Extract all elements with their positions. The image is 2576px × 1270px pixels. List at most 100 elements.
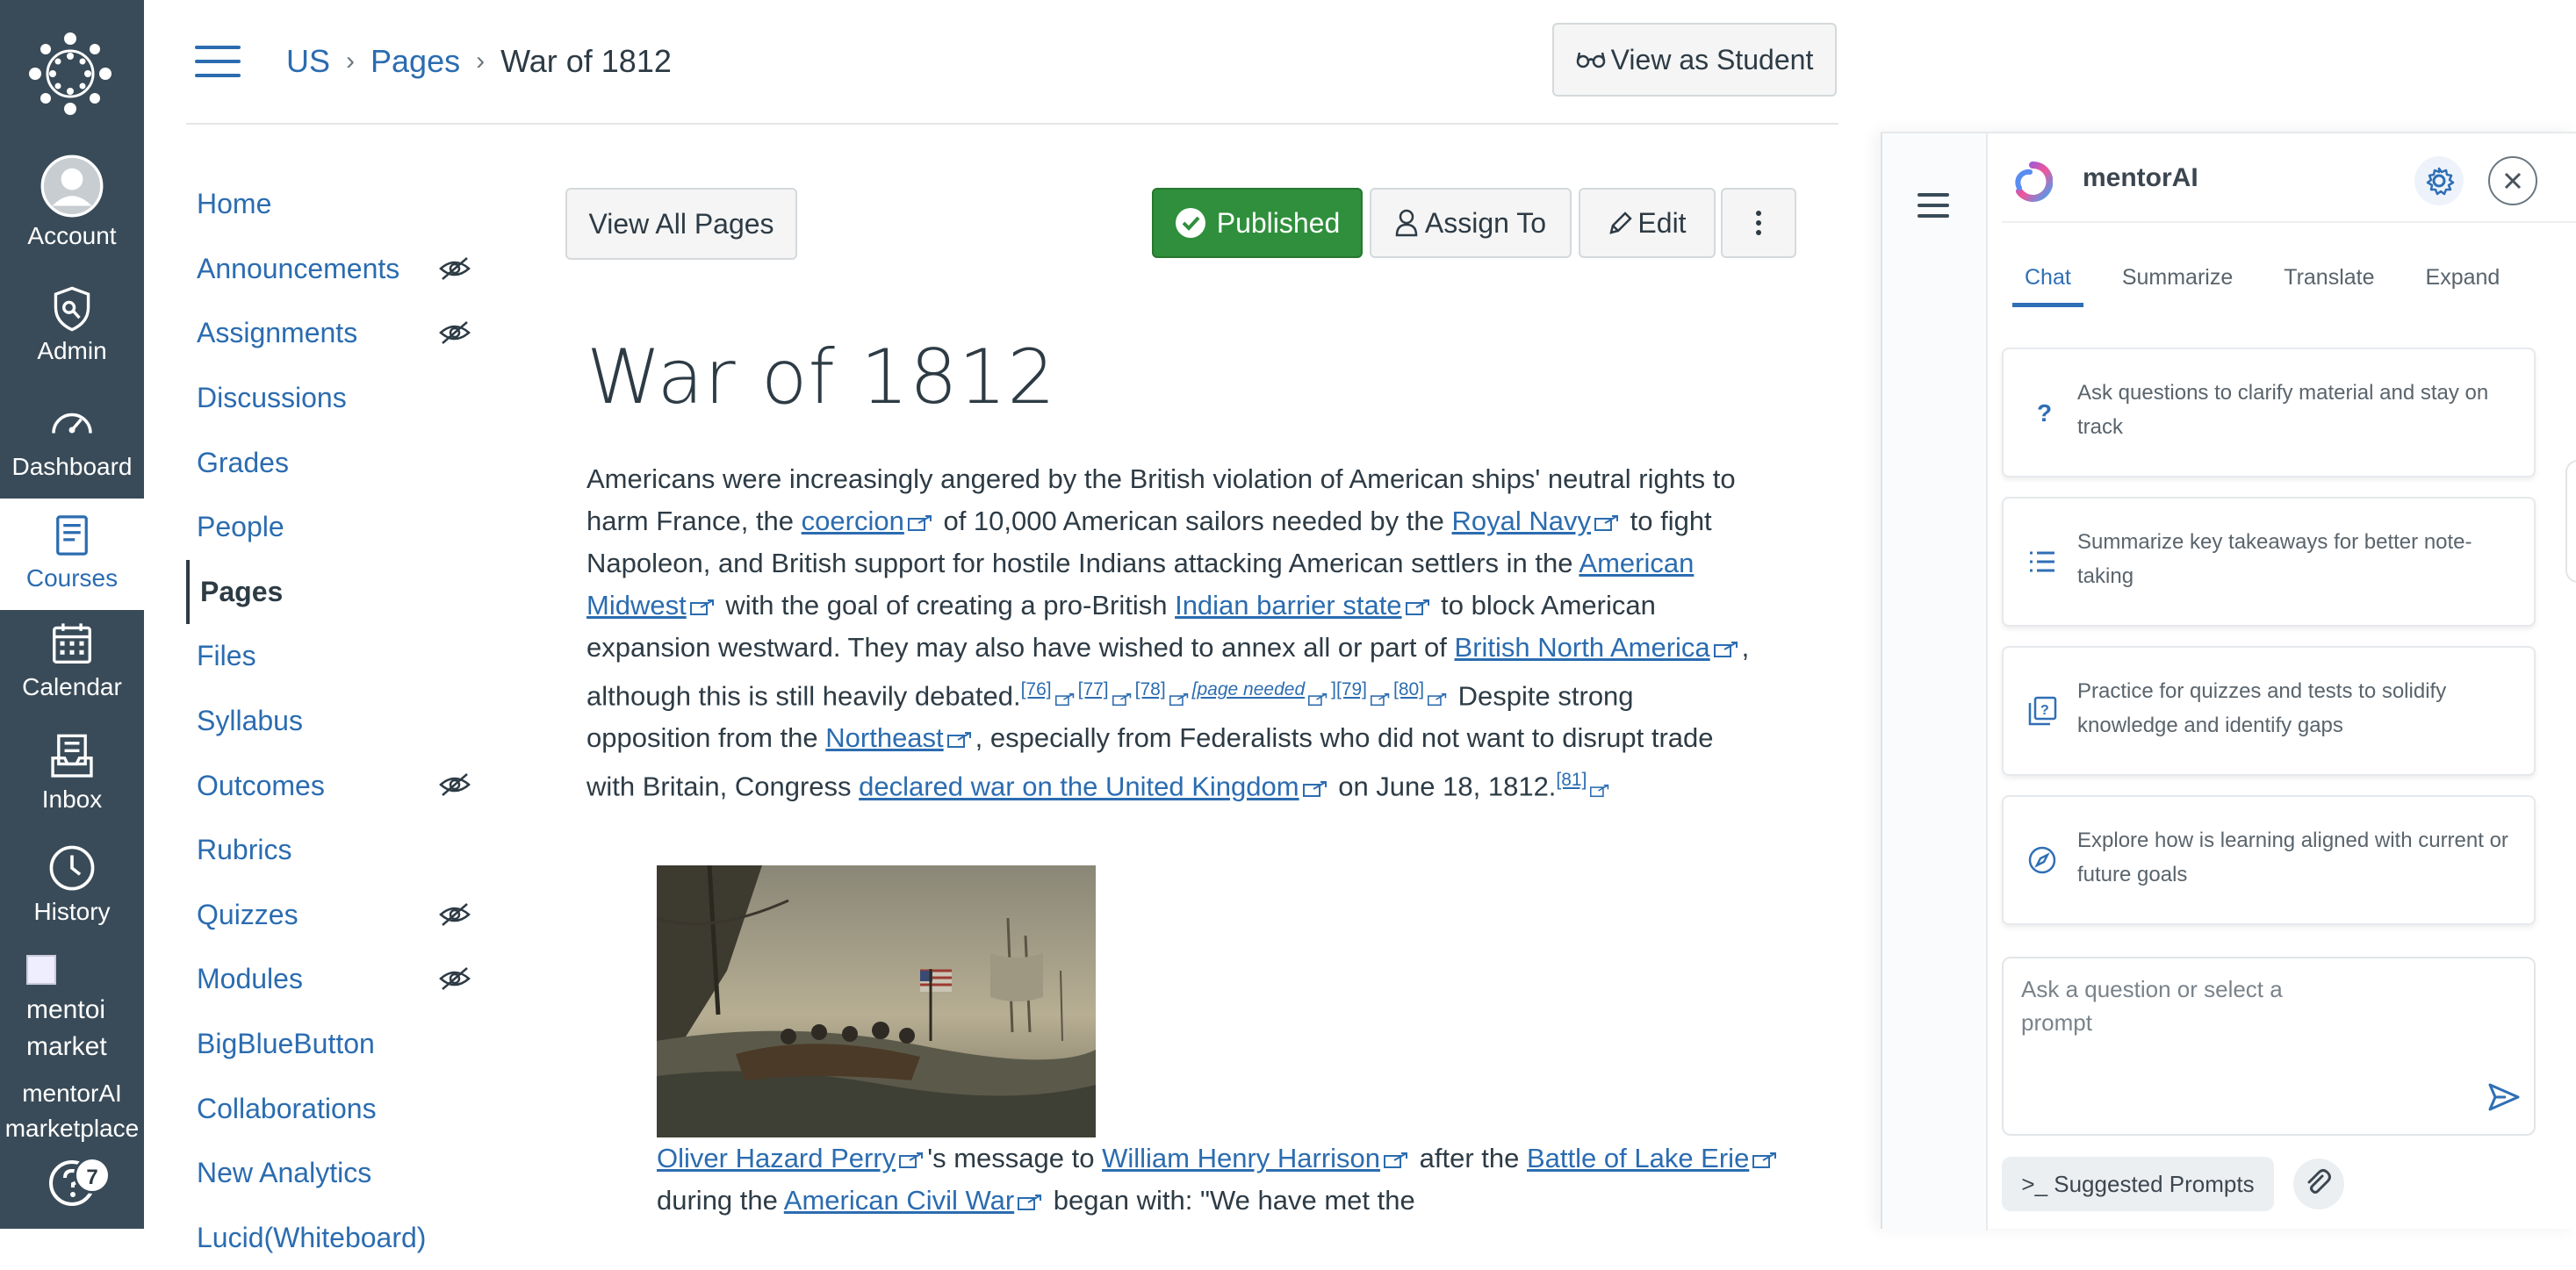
broken-image-icon <box>26 955 56 985</box>
attach-button[interactable] <box>2293 1159 2344 1209</box>
course-nav-grades[interactable]: Grades <box>186 430 485 495</box>
suggested-prompts-button[interactable]: >_ Suggested Prompts <box>2002 1157 2274 1211</box>
prompt-card-practice-quizzes[interactable]: ? Practice for quizzes and tests to soli… <box>2002 646 2536 776</box>
mentorai-logo-icon <box>2012 161 2053 202</box>
link-coercion[interactable]: coercion <box>802 506 904 536</box>
ref-78[interactable]: [78] <box>1135 679 1166 700</box>
course-nav-bigbluebutton[interactable]: BigBlueButton <box>186 1012 485 1077</box>
hidden-from-students-icon <box>439 902 471 927</box>
course-nav-syllabus[interactable]: Syllabus <box>186 689 485 754</box>
global-navigation: Account Admin Dashboard Courses Calendar <box>0 0 144 1229</box>
external-link-icon <box>1055 692 1075 707</box>
external-link-icon <box>1406 599 1430 616</box>
breadcrumb-pages[interactable]: Pages <box>371 39 460 84</box>
mentorai-menu-icon[interactable] <box>1918 193 1949 219</box>
chat-input-box <box>2002 957 2536 1136</box>
prompt-card-ask-questions[interactable]: ? Ask questions to clarify material and … <box>2002 348 2536 477</box>
global-nav-dashboard[interactable]: Dashboard <box>0 399 144 511</box>
course-nav-quizzes[interactable]: Quizzes <box>186 883 485 948</box>
course-menu-toggle[interactable] <box>195 46 241 81</box>
ref-page-needed[interactable]: [page needed <box>1192 679 1305 700</box>
send-icon[interactable] <box>2485 1078 2523 1116</box>
link-indian-barrier-state[interactable]: Indian barrier state <box>1175 590 1401 621</box>
ref-76[interactable]: [76] <box>1021 679 1052 700</box>
course-navigation: Home Announcements AssignmentsDiscussionsG… <box>186 172 485 1270</box>
marketplace-broken-image[interactable]: mentoi market <box>26 955 132 1066</box>
courses-book-icon <box>49 511 95 560</box>
prompt-card-explore-goals[interactable]: Explore how is learning aligned with cur… <box>2002 795 2536 925</box>
course-nav-pages[interactable]: Pages <box>186 560 485 625</box>
tab-chat[interactable]: Chat <box>2012 265 2083 307</box>
close-panel-button[interactable] <box>2488 156 2537 205</box>
published-button[interactable]: Published <box>1152 188 1363 258</box>
course-nav-modules[interactable]: Modules <box>186 947 485 1012</box>
tab-translate[interactable]: Translate <box>2271 265 2386 307</box>
tab-summarize[interactable]: Summarize <box>2110 265 2245 307</box>
course-nav-home[interactable]: Home <box>186 172 485 237</box>
link-declared-war[interactable]: declared war on the United Kingdom <box>859 771 1299 802</box>
link-american-civil-war[interactable]: American Civil War <box>784 1185 1014 1216</box>
hidden-from-students-icon <box>439 966 471 991</box>
panel-resize-handle[interactable] <box>2565 460 2576 583</box>
breadcrumb-course[interactable]: US <box>286 39 330 84</box>
gear-icon <box>2414 156 2464 205</box>
global-nav-history[interactable]: History <box>0 843 144 954</box>
global-nav-admin[interactable]: Admin <box>0 285 144 397</box>
course-nav-outcomes[interactable]: Outcomes <box>186 753 485 818</box>
ref-80[interactable]: [80] <box>1393 679 1424 700</box>
course-nav-discussions[interactable]: Discussions <box>186 366 485 431</box>
global-nav-account[interactable]: Account <box>0 154 144 266</box>
link-british-north-america[interactable]: British North America <box>1455 632 1710 663</box>
course-nav-new-analytics[interactable]: New Analytics <box>186 1141 485 1206</box>
global-nav-label: Calendar <box>0 672 144 702</box>
assign-to-button[interactable]: Assign To <box>1370 188 1572 258</box>
course-nav-collaborations[interactable]: Collaborations <box>186 1076 485 1141</box>
assign-user-icon <box>1395 209 1420 237</box>
hidden-from-students-icon <box>439 256 471 281</box>
caption-text: 's message to <box>927 1143 1102 1173</box>
link-battle-of-lake-erie[interactable]: Battle of Lake Erie <box>1527 1143 1749 1173</box>
course-nav-assignments[interactable]: Assignments <box>186 301 485 366</box>
more-options-button[interactable] <box>1721 188 1796 258</box>
link-northeast[interactable]: Northeast <box>825 722 943 753</box>
course-nav-rubrics[interactable]: Rubrics <box>186 818 485 883</box>
link-oliver-hazard-perry[interactable]: Oliver Hazard Perry <box>657 1143 896 1173</box>
global-nav-marketplace[interactable]: mentorAI marketplace <box>0 1076 144 1146</box>
external-link-icon <box>690 599 715 616</box>
edit-button[interactable]: Edit <box>1579 188 1716 258</box>
course-nav-lucid-whiteboard[interactable]: Lucid(Whiteboard) <box>186 1206 485 1270</box>
course-nav-announcements[interactable]: Announcements <box>186 237 485 302</box>
prompt-card-text: Practice for quizzes and tests to solidi… <box>2077 674 2516 743</box>
link-william-henry-harrison[interactable]: William Henry Harrison <box>1102 1143 1380 1173</box>
course-nav-label: Collaborations <box>197 1093 377 1125</box>
course-nav-label: BigBlueButton <box>197 1028 375 1060</box>
view-all-pages-button[interactable]: View All Pages <box>565 188 797 260</box>
course-nav-label: Modules <box>197 963 303 995</box>
prompt-card-summarize[interactable]: Summarize key takeaways for better note-… <box>2002 497 2536 627</box>
view-as-student-button[interactable]: View as Student <box>1552 23 1837 97</box>
chevron-right-icon: › <box>346 39 355 84</box>
global-nav-inbox[interactable]: Inbox <box>0 732 144 843</box>
link-royal-navy[interactable]: Royal Navy <box>1452 506 1592 536</box>
chat-input[interactable] <box>2021 972 2346 1069</box>
dashboard-gauge-icon <box>46 399 98 448</box>
global-nav-calendar[interactable]: Calendar <box>0 620 144 731</box>
external-link-icon <box>1594 514 1619 532</box>
settings-button[interactable] <box>2414 156 2464 205</box>
paperclip-icon <box>2293 1159 2344 1209</box>
hidden-from-students-icon <box>439 772 471 797</box>
global-nav-courses[interactable]: Courses <box>0 499 144 610</box>
course-nav-people[interactable]: People <box>186 495 485 560</box>
course-nav-label: Announcements <box>197 253 399 285</box>
ref-81[interactable]: [81] <box>1556 770 1587 790</box>
page-title: War of 1812 <box>586 334 1056 421</box>
global-nav-label: mentorAI marketplace <box>0 1076 144 1146</box>
battle-of-lake-erie-painting[interactable] <box>657 865 1096 1137</box>
mentorai-title: mentorAI <box>2083 163 2198 193</box>
breadcrumb-current: War of 1812 <box>500 39 672 84</box>
tab-expand[interactable]: Expand <box>2414 265 2513 307</box>
canvas-logo-icon[interactable] <box>26 30 114 118</box>
course-nav-files[interactable]: Files <box>186 624 485 689</box>
ref-77[interactable]: [77] <box>1078 679 1109 700</box>
ref-79[interactable]: [79] <box>1336 679 1367 700</box>
